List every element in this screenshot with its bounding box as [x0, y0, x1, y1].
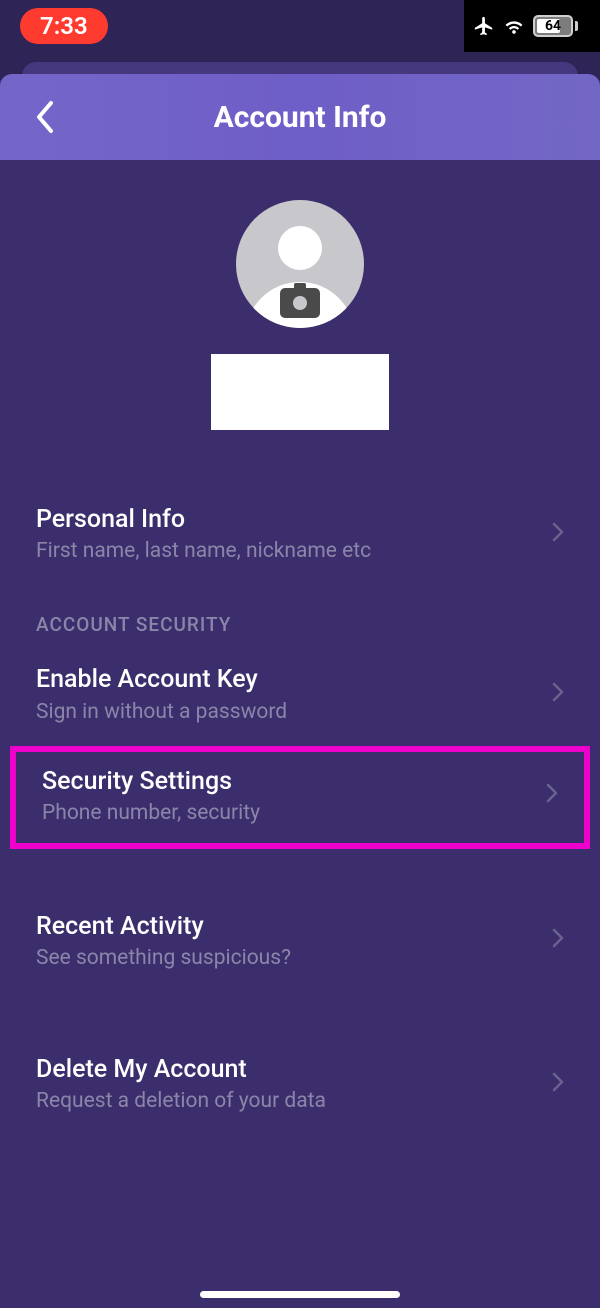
battery-indicator: 64 — [533, 15, 578, 37]
wifi-icon — [503, 16, 525, 36]
item-subtitle: First name, last name, nickname etc — [36, 539, 371, 563]
chevron-left-icon — [33, 99, 55, 135]
item-title: Personal Info — [36, 504, 371, 535]
item-title: Delete My Account — [36, 1054, 326, 1085]
item-subtitle: Phone number, security — [42, 801, 260, 825]
avatar-container — [0, 200, 600, 328]
chevron-right-icon — [552, 522, 564, 546]
battery-level: 64 — [545, 18, 561, 34]
enable-account-key-item[interactable]: Enable Account Key Sign in without a pas… — [0, 646, 600, 745]
page-header: Account Info — [0, 74, 600, 160]
content: Personal Info First name, last name, nic… — [0, 160, 600, 1308]
item-subtitle: Request a deletion of your data — [36, 1089, 326, 1113]
status-time-recording: 7:33 — [20, 8, 108, 44]
back-button[interactable] — [22, 95, 66, 139]
security-settings-item[interactable]: Security Settings Phone number, security — [10, 746, 590, 849]
chevron-right-icon — [546, 783, 558, 807]
chevron-right-icon — [552, 1072, 564, 1096]
screen: 7:33 64 Account Info — [0, 0, 600, 1308]
settings-list: Personal Info First name, last name, nic… — [0, 486, 600, 1135]
chevron-right-icon — [552, 928, 564, 952]
item-subtitle: Sign in without a password — [36, 700, 287, 724]
personal-info-item[interactable]: Personal Info First name, last name, nic… — [0, 486, 600, 585]
home-indicator[interactable] — [200, 1291, 400, 1298]
account-name-redacted — [211, 354, 389, 430]
item-title: Security Settings — [42, 766, 260, 797]
status-indicators: 64 — [473, 0, 580, 52]
account-security-header: ACCOUNT SECURITY — [0, 585, 600, 646]
delete-account-item[interactable]: Delete My Account Request a deletion of … — [0, 1036, 600, 1135]
page-title: Account Info — [0, 100, 600, 135]
item-subtitle: See something suspicious? — [36, 946, 291, 970]
item-title: Enable Account Key — [36, 664, 287, 695]
airplane-mode-icon — [473, 15, 495, 37]
avatar[interactable] — [236, 200, 364, 328]
recent-activity-item[interactable]: Recent Activity See something suspicious… — [0, 893, 600, 992]
item-title: Recent Activity — [36, 911, 291, 942]
chevron-right-icon — [552, 682, 564, 706]
camera-icon — [280, 288, 320, 318]
status-bar: 7:33 64 — [0, 0, 600, 52]
